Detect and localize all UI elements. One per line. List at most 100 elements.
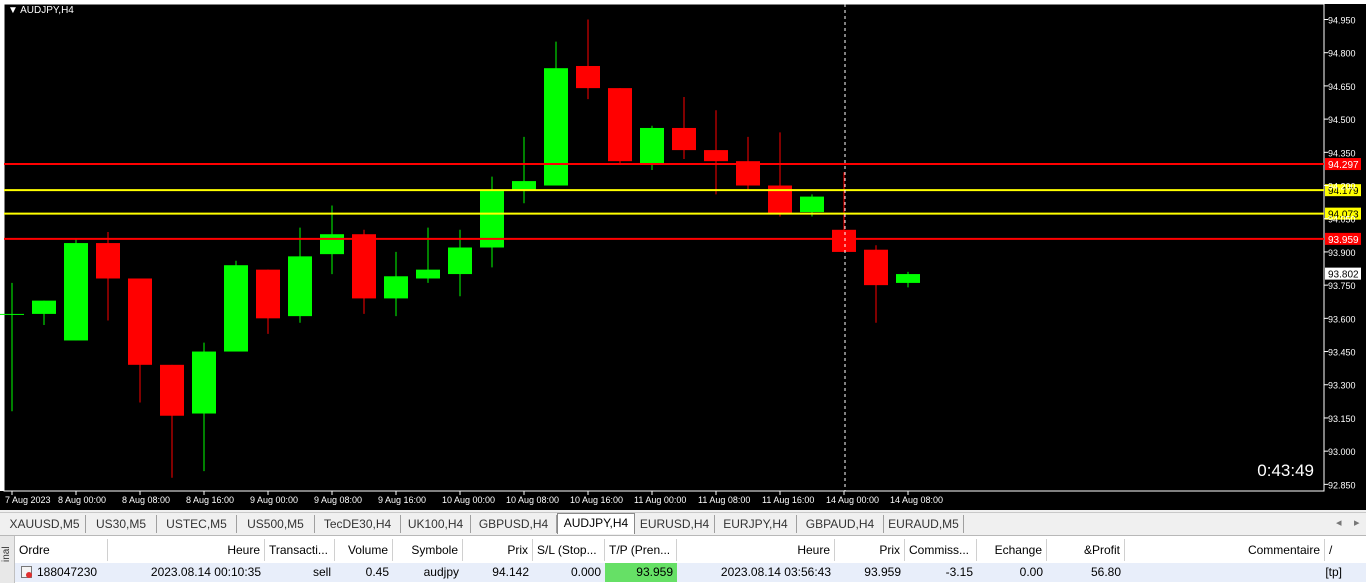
y-tick-label: 94.800 bbox=[1328, 49, 1356, 59]
x-tick-label: 9 Aug 08:00 bbox=[314, 495, 362, 505]
tab-uk100-h4[interactable]: UK100,H4 bbox=[401, 515, 471, 533]
chart-tabs-bar: XAUUSD,M5 US30,M5 USTEC,M5 US500,M5 TecDE30,… bbox=[0, 512, 1366, 535]
candle-body bbox=[544, 68, 568, 186]
tab-gbpaud-h4[interactable]: GBPAUD,H4 bbox=[797, 515, 884, 533]
header-prix[interactable]: Prix bbox=[463, 539, 533, 561]
current-price-label: 93.802 bbox=[1328, 270, 1359, 281]
candle-body bbox=[448, 247, 472, 275]
tab-eurusd-h4[interactable]: EURUSD,H4 bbox=[635, 515, 715, 533]
cell-profit: 56.80 bbox=[1090, 565, 1121, 579]
cell-heure-close: 2023.08.14 03:56:43 bbox=[720, 565, 831, 579]
scroll-right-icon[interactable]: ▸ bbox=[1354, 516, 1360, 529]
candle-body bbox=[256, 269, 280, 319]
cell-prix: 94.142 bbox=[492, 565, 529, 579]
cell-tp: 93.959 bbox=[605, 563, 677, 582]
header-ordre[interactable]: Ordre bbox=[15, 539, 108, 561]
x-tick-label: 14 Aug 08:00 bbox=[890, 495, 943, 505]
y-tick-label: 93.600 bbox=[1328, 314, 1356, 324]
cell-symbole: audjpy bbox=[423, 565, 459, 579]
header-profit[interactable]: &Profit bbox=[1047, 539, 1125, 561]
chart-plot-background bbox=[4, 4, 1324, 491]
y-tick-label: 93.750 bbox=[1328, 281, 1356, 291]
header-prix-close[interactable]: Prix bbox=[835, 539, 905, 561]
x-tick-label: 10 Aug 16:00 bbox=[570, 495, 623, 505]
price-level-label: 93.959 bbox=[1328, 235, 1359, 246]
x-tick-label: 11 Aug 08:00 bbox=[698, 495, 750, 505]
header-heure-close[interactable]: Heure bbox=[677, 539, 835, 561]
terminal-side-text: inal bbox=[1, 546, 12, 562]
cell-sl: 0.000 bbox=[570, 565, 601, 579]
tab-us500-m5[interactable]: US500,M5 bbox=[237, 515, 315, 533]
x-tick-label: 8 Aug 00:00 bbox=[58, 495, 106, 505]
header-transaction[interactable]: Transacti... bbox=[265, 539, 335, 561]
y-tick-label: 92.850 bbox=[1328, 480, 1356, 490]
candle-body bbox=[608, 88, 632, 162]
y-tick-label: 94.050 bbox=[1328, 215, 1356, 225]
y-tick-label: 93.450 bbox=[1328, 348, 1356, 358]
y-tick-label: 93.150 bbox=[1328, 414, 1356, 424]
chart-window[interactable]: 94.297 94.179 94.073 93.959 93.802 94.950 94.… bbox=[0, 0, 1366, 510]
cell-prix-close: 93.959 bbox=[864, 565, 901, 579]
cell-echange: 0.00 bbox=[1019, 565, 1043, 579]
x-tick-label: 10 Aug 00:00 bbox=[442, 495, 495, 505]
terminal-side-label[interactable]: inal bbox=[0, 536, 15, 583]
header-echange[interactable]: Echange bbox=[977, 539, 1047, 561]
tab-gbpusd-h4[interactable]: GBPUSD,H4 bbox=[471, 515, 557, 533]
header-sl[interactable]: S/L (Stop... bbox=[533, 539, 605, 561]
y-tick-label: 94.950 bbox=[1328, 15, 1356, 25]
tab-ustec-m5[interactable]: USTEC,M5 bbox=[157, 515, 237, 533]
y-tick-label: 94.200 bbox=[1328, 182, 1356, 192]
x-tick-label: 8 Aug 16:00 bbox=[186, 495, 234, 505]
candle-body bbox=[64, 243, 88, 341]
bar-countdown: 0:43:49 bbox=[1257, 461, 1314, 480]
order-status-icon bbox=[26, 572, 32, 578]
candle-body bbox=[160, 364, 184, 416]
candle-body bbox=[416, 269, 440, 279]
cell-heure: 2023.08.14 00:10:35 bbox=[150, 565, 261, 579]
price-level-label: 94.297 bbox=[1328, 160, 1359, 171]
header-commentaire[interactable]: Commentaire bbox=[1125, 539, 1325, 561]
candle-body bbox=[800, 196, 824, 213]
price-chart[interactable]: 94.29794.17994.07393.95993.802 94.95094.… bbox=[0, 0, 1366, 510]
x-tick-label: 11 Aug 16:00 bbox=[762, 495, 814, 505]
tab-euraud-m5[interactable]: EURAUD,M5 bbox=[884, 515, 964, 533]
candle-body bbox=[864, 249, 888, 286]
symbol-label: AUDJPY,H4 bbox=[20, 5, 74, 16]
cell-volume: 0.45 bbox=[365, 565, 389, 579]
candle-body bbox=[96, 243, 120, 279]
candle-body bbox=[224, 265, 248, 352]
y-tick-label: 94.650 bbox=[1328, 82, 1356, 92]
header-volume[interactable]: Volume bbox=[335, 539, 393, 561]
candle-body bbox=[896, 274, 920, 283]
y-tick-label: 94.350 bbox=[1328, 148, 1356, 158]
candle-body bbox=[640, 127, 664, 164]
candle-body bbox=[0, 313, 24, 315]
price-axis: 94.950 94.800 94.650 94.500 94.350 94.200 94.0… bbox=[1324, 15, 1356, 490]
tab-tecde30-h4[interactable]: TecDE30,H4 bbox=[315, 515, 401, 533]
header-symbole[interactable]: Symbole bbox=[393, 539, 463, 561]
candle-body bbox=[320, 234, 344, 255]
y-tick-label: 93.300 bbox=[1328, 381, 1356, 391]
candle-body bbox=[32, 300, 56, 314]
header-tp[interactable]: T/P (Pren... bbox=[605, 539, 677, 561]
tab-audjpy-h4[interactable]: AUDJPY,H4 bbox=[557, 513, 635, 534]
header-heure[interactable]: Heure bbox=[108, 539, 265, 561]
tab-us30-m5[interactable]: US30,M5 bbox=[86, 515, 157, 533]
candle-body bbox=[832, 229, 856, 252]
scroll-left-icon[interactable]: ◂ bbox=[1336, 516, 1342, 529]
tab-eurjpy-h4[interactable]: EURJPY,H4 bbox=[715, 515, 797, 533]
dropdown-triangle-icon[interactable]: ▼ bbox=[8, 5, 18, 16]
candle-body bbox=[384, 276, 408, 299]
x-tick-label: 9 Aug 00:00 bbox=[250, 495, 298, 505]
y-tick-label: 93.000 bbox=[1328, 447, 1356, 457]
candle-body bbox=[128, 278, 152, 365]
y-tick-label: 93.900 bbox=[1328, 248, 1356, 258]
sort-marker[interactable]: / bbox=[1325, 539, 1345, 561]
y-tick-label: 94.500 bbox=[1328, 115, 1356, 125]
tab-xauusd-m5[interactable]: XAUUSD,M5 bbox=[4, 515, 86, 533]
chart-symbol-title[interactable]: ▼ AUDJPY,H4 bbox=[8, 5, 74, 16]
candle-body bbox=[672, 127, 696, 151]
header-commission[interactable]: Commiss... bbox=[905, 539, 977, 561]
candle-body bbox=[192, 351, 216, 414]
x-tick-label: 7 Aug 2023 bbox=[5, 495, 51, 505]
